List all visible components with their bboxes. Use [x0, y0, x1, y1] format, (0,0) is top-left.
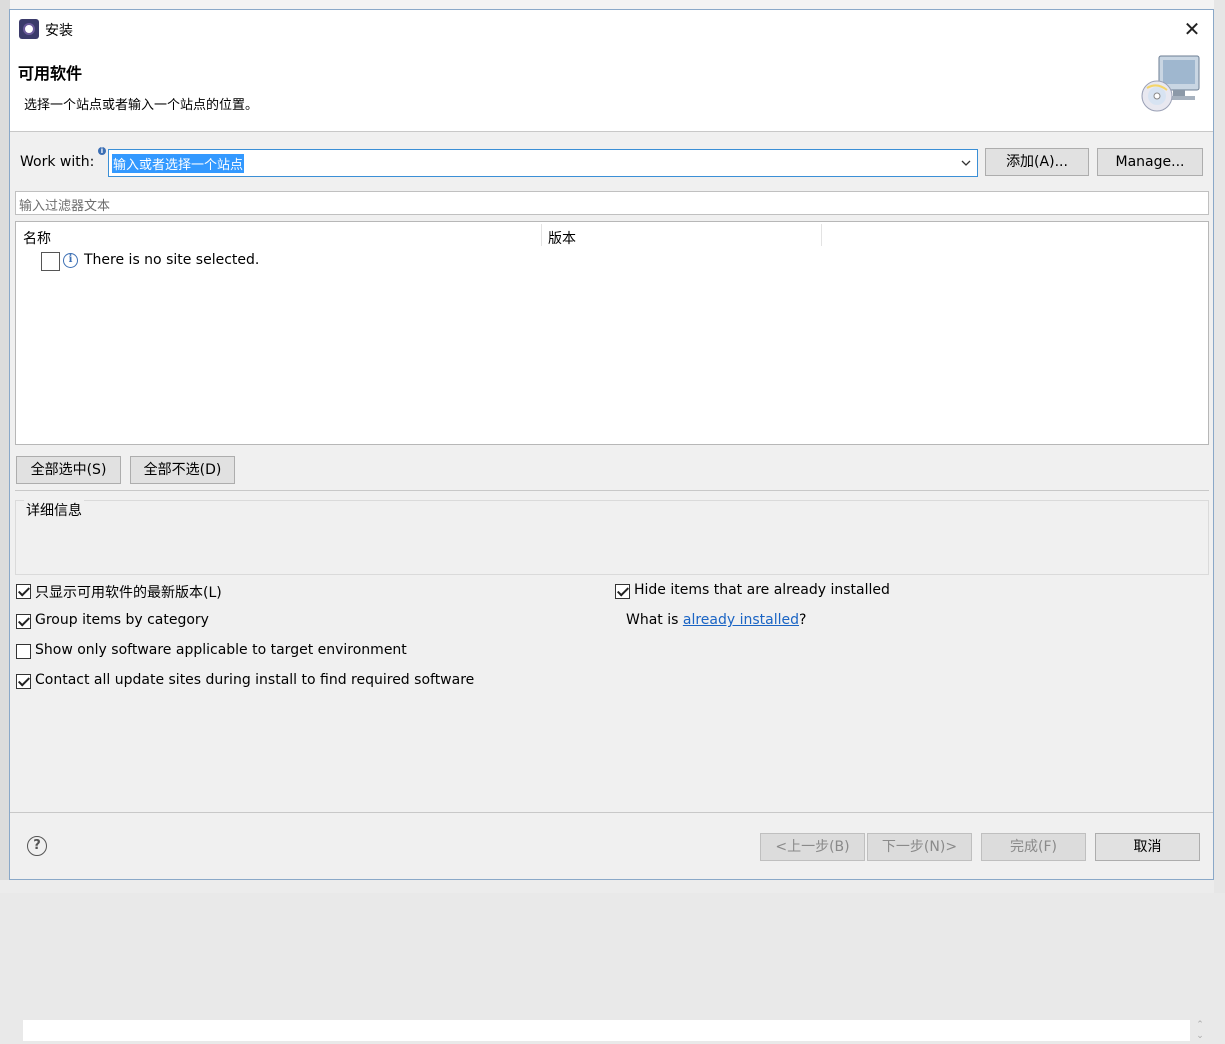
page-description: 选择一个站点或者输入一个站点的位置。 — [24, 98, 259, 113]
eclipse-app-icon — [19, 19, 39, 39]
wizard-header: 可用软件 选择一个站点或者输入一个站点的位置。 — [10, 48, 1213, 132]
details-group: ⌃ ⌄ — [15, 500, 1209, 1041]
what-is-suffix: ? — [799, 612, 807, 628]
target-environment-label[interactable]: Show only software applicable to target … — [35, 642, 407, 658]
column-divider[interactable] — [541, 224, 542, 246]
filter-input[interactable]: 输入过滤器文本 — [15, 191, 1209, 215]
details-separator — [15, 490, 1209, 491]
already-installed-link[interactable]: already installed — [683, 612, 799, 628]
deselect-all-button[interactable]: 全部不选(D) — [130, 456, 235, 484]
column-header-name[interactable]: 名称 — [23, 228, 51, 248]
next-button[interactable]: 下一步(N)> — [867, 833, 972, 861]
title-bar[interactable]: 安装 ✕ — [10, 10, 1213, 48]
what-is-installed-text: What is already installed? — [626, 612, 806, 628]
work-with-label: Work with: — [20, 154, 95, 170]
info-decoration-icon: i — [98, 147, 106, 155]
install-dialog: 安装 ✕ 可用软件 选择一个站点或者输入一个站点的位置。 Work with: … — [9, 9, 1214, 1041]
latest-version-label[interactable]: 只显示可用软件的最新版本(L) — [35, 582, 222, 602]
footer-separator — [10, 812, 1213, 813]
background-bottom-edge — [0, 880, 1225, 893]
install-monitor-cd-icon — [1141, 55, 1200, 112]
window-title: 安装 — [45, 23, 73, 39]
filter-placeholder: 输入过滤器文本 — [19, 199, 111, 214]
details-label: 详细信息 — [24, 500, 84, 520]
chevron-down-icon[interactable] — [959, 155, 973, 171]
finish-button[interactable]: 完成(F) — [981, 833, 1086, 861]
close-icon: ✕ — [1183, 17, 1201, 41]
software-tree[interactable]: 名称 版本 i There is no site selected. — [15, 221, 1209, 445]
target-environment-checkbox[interactable] — [16, 644, 31, 659]
contact-update-sites-checkbox[interactable] — [16, 674, 31, 689]
column-divider[interactable] — [821, 224, 822, 246]
hide-installed-label[interactable]: Hide items that are already installed — [634, 582, 890, 598]
column-header-version[interactable]: 版本 — [548, 228, 576, 248]
group-by-category-label[interactable]: Group items by category — [35, 612, 209, 628]
hide-installed-checkbox[interactable] — [615, 584, 630, 599]
latest-version-checkbox[interactable] — [16, 584, 31, 599]
tree-row-checkbox[interactable] — [41, 252, 60, 271]
close-button[interactable]: ✕ — [1179, 16, 1205, 42]
contact-update-sites-label[interactable]: Contact all update sites during install … — [35, 672, 474, 688]
manage-sites-button[interactable]: Manage... — [1097, 148, 1203, 176]
page-title: 可用软件 — [18, 64, 83, 83]
cancel-button[interactable]: 取消 — [1095, 833, 1200, 861]
help-icon[interactable]: ? — [27, 836, 47, 856]
what-is-prefix: What is — [626, 612, 683, 628]
group-by-category-checkbox[interactable] — [16, 614, 31, 629]
details-text[interactable] — [23, 1020, 1190, 1041]
back-button[interactable]: <上一步(B) — [760, 833, 865, 861]
select-all-button[interactable]: 全部选中(S) — [16, 456, 121, 484]
work-with-input[interactable]: 输入或者选择一个站点 — [112, 154, 245, 173]
tree-row-text: There is no site selected. — [84, 252, 260, 268]
add-site-button[interactable]: 添加(A)... — [985, 148, 1089, 176]
background-right-edge — [1214, 0, 1225, 893]
details-scroll-arrows[interactable]: ⌃ ⌄ — [1193, 1020, 1207, 1044]
work-with-combo[interactable]: 输入或者选择一个站点 — [108, 149, 978, 177]
info-icon: i — [63, 253, 78, 268]
